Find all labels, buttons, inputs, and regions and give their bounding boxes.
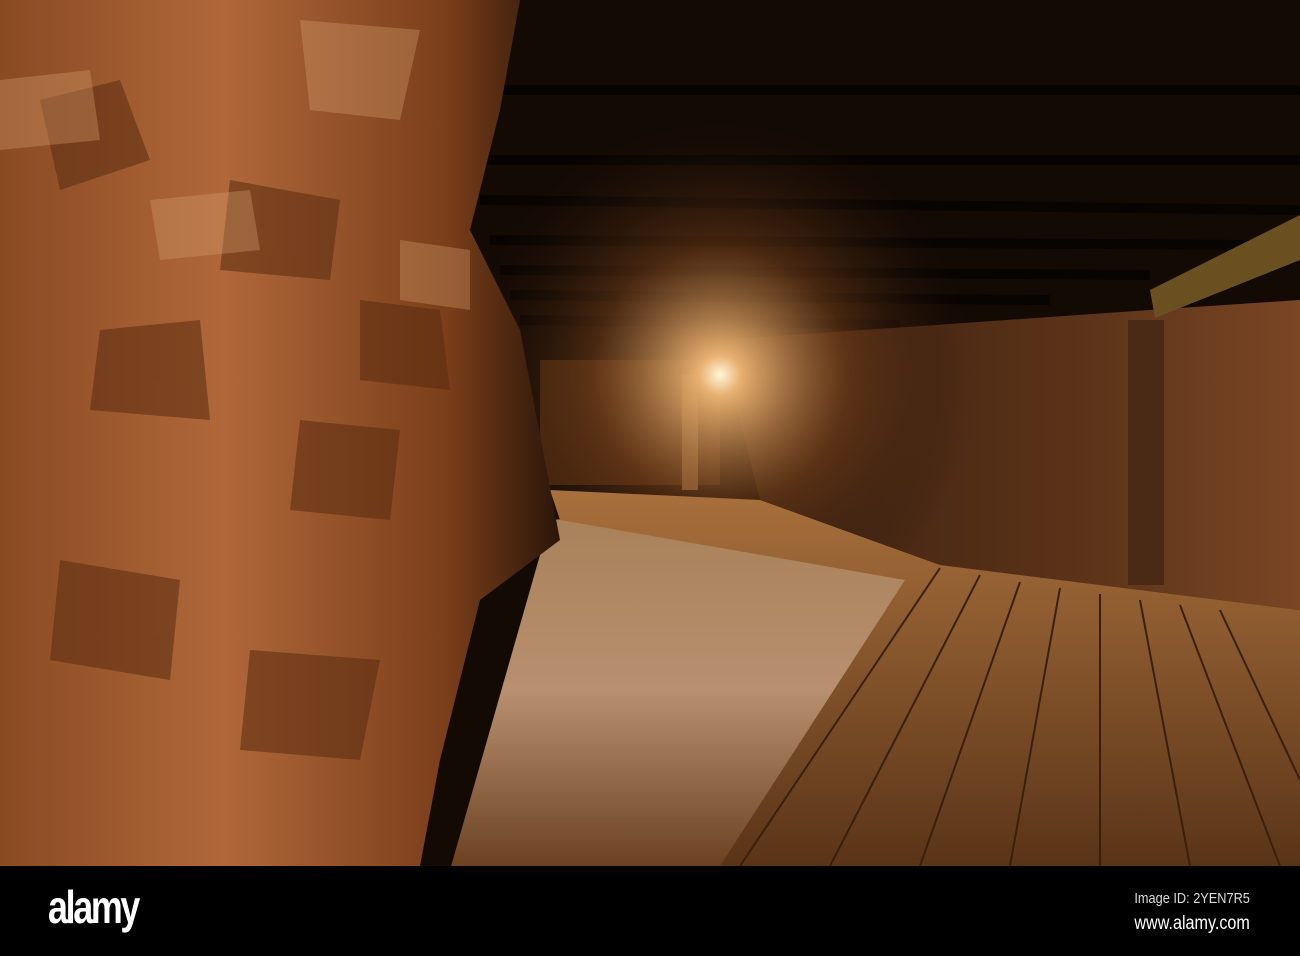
website-url: www.alamy.com <box>1134 913 1250 934</box>
mine-tunnel-photo <box>0 0 1300 866</box>
image-id: Image ID: 2YEN7R5 <box>1134 890 1250 907</box>
watermark-footer: alamy Image ID: 2YEN7R5 www.alamy.com <box>0 866 1300 956</box>
tunnel-scene <box>0 0 1300 866</box>
alamy-logo: alamy <box>48 881 140 933</box>
